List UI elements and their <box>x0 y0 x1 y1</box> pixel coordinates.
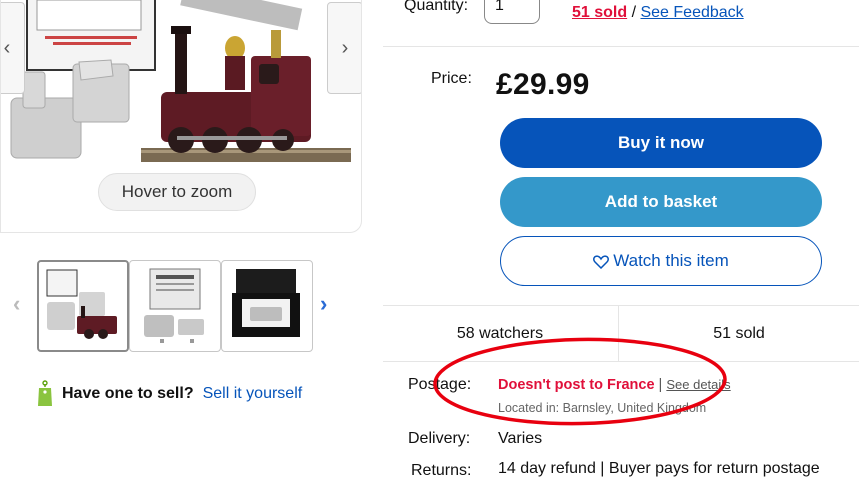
thumbnail-strip: ‹ › <box>0 255 362 355</box>
price-tag-icon <box>36 380 54 408</box>
quantity-row: Quantity: 1 <box>404 0 541 24</box>
gallery-prev-button[interactable]: ‹ <box>1 2 25 94</box>
delivery-value: Varies <box>498 430 543 447</box>
sold-count-link[interactable]: 51 sold <box>572 4 627 21</box>
sell-it-yourself-link[interactable]: Sell it yourself <box>203 385 303 403</box>
price-value: £29.99 <box>496 68 590 101</box>
quantity-input[interactable]: 1 <box>484 0 541 24</box>
postage-label: Postage: <box>408 376 472 393</box>
item-location: Located in: Barnsley, United Kingdom <box>498 401 707 415</box>
see-details-link[interactable]: See details <box>666 377 730 392</box>
thumbnail-prev-button[interactable]: ‹ <box>13 291 20 317</box>
gallery-next-button[interactable]: › <box>327 2 361 94</box>
heart-icon <box>593 254 610 270</box>
postage-status: Doesn't post to France <box>498 377 655 393</box>
sell-label: Have one to sell? <box>62 385 194 402</box>
delivery-label: Delivery: <box>408 430 471 447</box>
item-stats: 58 watchers 51 sold <box>383 305 859 362</box>
see-feedback-link[interactable]: See Feedback <box>640 4 743 21</box>
add-to-basket-button[interactable]: Add to basket <box>500 177 822 227</box>
thumbnail-2[interactable] <box>129 260 221 352</box>
postage-separator: | <box>654 377 667 393</box>
buy-it-now-button[interactable]: Buy it now <box>500 118 822 168</box>
image-gallery: ‹ › Hover to zoom <box>0 0 362 233</box>
main-product-image[interactable] <box>1 0 361 168</box>
watchers-count: 58 watchers <box>456 325 544 342</box>
add-to-basket-label: Add to basket <box>604 192 718 211</box>
quantity-label: Quantity: <box>404 0 469 14</box>
divider <box>383 46 859 47</box>
thumbnail-next-button[interactable]: › <box>320 291 327 317</box>
hover-to-zoom-hint: Hover to zoom <box>98 173 256 211</box>
returns-label: Returns: <box>411 462 472 479</box>
watch-item-label: Watch this item <box>613 251 729 270</box>
postage-value: Doesn't post to France | See details <box>498 377 731 393</box>
sold-count: 51 sold <box>618 306 859 362</box>
price-label: Price: <box>431 70 472 87</box>
thumbnail-1[interactable] <box>37 260 129 352</box>
thumbnail-3[interactable] <box>221 260 313 352</box>
returns-value: 14 day refund | Buyer pays for return po… <box>498 460 820 477</box>
sell-prompt: Have one to sell? Sell it yourself <box>36 380 302 408</box>
quantity-meta: 51 sold / See Feedback <box>572 4 744 22</box>
quantity-separator: / <box>627 4 641 21</box>
buy-it-now-label: Buy it now <box>618 133 704 152</box>
watch-item-button[interactable]: Watch this item <box>500 236 822 286</box>
